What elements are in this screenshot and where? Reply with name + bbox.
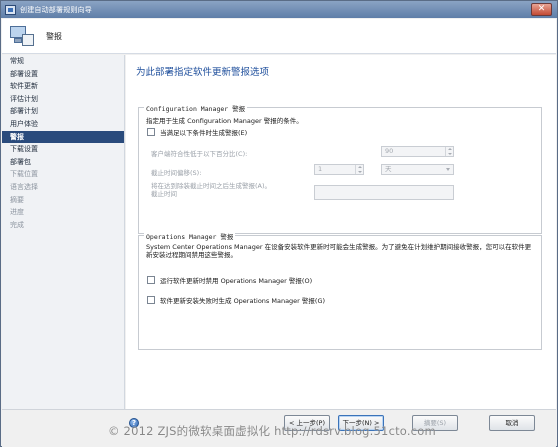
sidebar-item-completion: 完成: [10, 220, 24, 229]
opsmgr-description: System Center Operations Manager 在设备安装软件…: [146, 243, 532, 259]
compliance-percent-value: 90: [385, 147, 394, 155]
sidebar-item-deployment-settings[interactable]: 部署设置: [2, 68, 124, 81]
wizard-header: 警报: [2, 19, 556, 54]
sidebar-item-summary: 摘要: [10, 195, 24, 204]
spinner-arrows-icon[interactable]: [445, 147, 453, 156]
compliance-label: 客户端符合性低于以下百分比(C):: [151, 150, 248, 158]
header-title: 警报: [46, 31, 62, 41]
compliance-percent-spinner[interactable]: 90: [381, 146, 454, 157]
sidebar-item-download-location: 下载位置: [10, 170, 38, 179]
sidebar-item-user-experience[interactable]: 用户体验: [2, 118, 124, 131]
computer-icon: [10, 24, 34, 48]
chevron-down-icon[interactable]: [445, 166, 452, 173]
sidebar-item-general[interactable]: 常规: [2, 55, 124, 68]
offset-unit-select[interactable]: 天: [381, 164, 454, 175]
sidebar-item-alerts[interactable]: 警报: [2, 130, 124, 144]
disable-opsmgr-alerts-row[interactable]: 运行软件更新时禁用 Operations Manager 警报(O): [147, 275, 312, 285]
deadline-offset-spinner[interactable]: 1: [314, 164, 364, 175]
configmgr-description: 指定用于生成 Configuration Manager 警报的条件。: [146, 117, 303, 125]
sidebar-item-software-updates[interactable]: 软件更新: [2, 80, 124, 93]
generate-opsmgr-alert-label: 软件更新安装失败时生成 Operations Manager 警报(G): [160, 297, 326, 305]
copyright-watermark: © 2012 ZJS的微软桌面虚拟化 http://rdsrv.blog.51c…: [108, 424, 436, 438]
generate-alert-checkbox-row[interactable]: 当满足以下条件时生成警报(E): [147, 127, 247, 137]
app-icon: [5, 4, 16, 15]
window-title: 创建自动部署规则向导: [20, 5, 92, 14]
deadline-offset-value: 1: [318, 165, 323, 173]
page-title: 为此部署指定软件更新警报选项: [136, 67, 270, 78]
sidebar-item-download-settings[interactable]: 下载设置: [2, 143, 124, 156]
sidebar-item-language-selection: 语言选择: [10, 182, 38, 191]
generate-alert-checkbox[interactable]: [147, 128, 155, 136]
generate-opsmgr-alert-checkbox[interactable]: [147, 296, 155, 304]
sidebar-item-deployment-schedule[interactable]: 部署计划: [2, 105, 124, 118]
sidebar-item-evaluation-schedule[interactable]: 评估计划: [2, 93, 124, 106]
alert-time-field: [314, 185, 454, 200]
disable-opsmgr-alerts-checkbox[interactable]: [147, 276, 155, 284]
wizard-window: 创建自动部署规则向导 ✕ 警报 常规 部署设置 软件更新 评估计划 部署计划 用…: [0, 0, 558, 447]
opsmgr-group-legend: Operations Manager 警报: [144, 231, 236, 241]
offset-unit-value: 天: [385, 165, 392, 173]
sidebar-item-progress: 进度: [10, 208, 24, 217]
wizard-content: 为此部署指定软件更新警报选项 Configuration Manager 警报 …: [126, 55, 556, 409]
title-bar: 创建自动部署规则向导 ✕: [1, 1, 557, 18]
opsmgr-alerts-group: Operations Manager 警报 System Center Oper…: [138, 231, 542, 350]
deadline-offset-label: 截止时间偏移(S):: [151, 169, 202, 177]
generate-alert-checkbox-label: 当满足以下条件时生成警报(E): [160, 129, 248, 137]
generate-opsmgr-alert-row[interactable]: 软件更新安装失败时生成 Operations Manager 警报(G): [147, 295, 325, 305]
sidebar-item-deployment-package[interactable]: 部署包: [2, 156, 124, 169]
wizard-steps-sidebar: 常规 部署设置 软件更新 评估计划 部署计划 用户体验 警报 下载设置 部署包 …: [2, 55, 125, 409]
configmgr-group-legend: Configuration Manager 警报: [144, 103, 248, 113]
configmgr-alerts-group: Configuration Manager 警报 指定用于生成 Configur…: [138, 103, 542, 234]
alert-time-label-deadline: 截止时间: [151, 190, 177, 198]
spinner-arrows-icon[interactable]: [355, 165, 363, 174]
cancel-button[interactable]: 取消: [489, 415, 535, 431]
disable-opsmgr-alerts-label: 运行软件更新时禁用 Operations Manager 警报(O): [160, 277, 313, 285]
close-button[interactable]: ✕: [531, 3, 552, 16]
